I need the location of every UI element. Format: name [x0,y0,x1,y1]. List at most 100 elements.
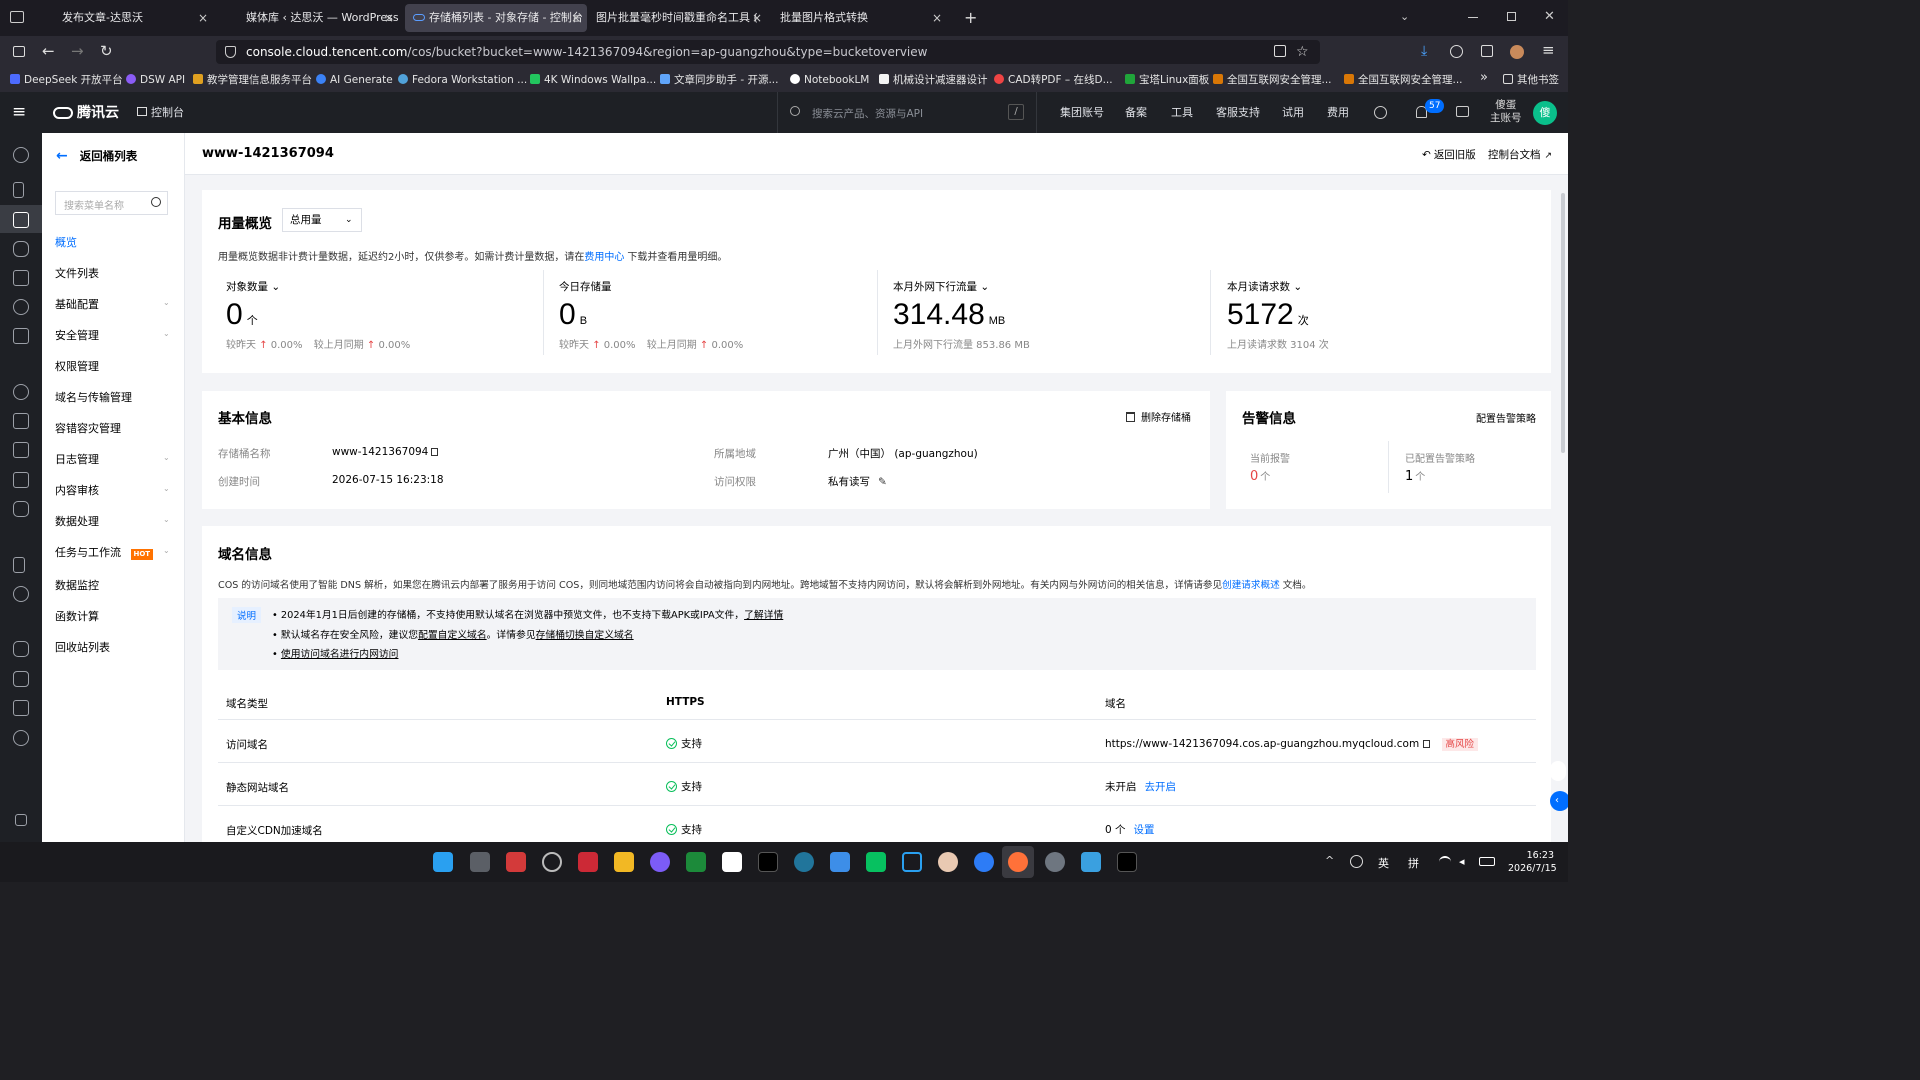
menu-disaster-recovery[interactable]: 容错容灾管理 [55,420,121,436]
close-icon[interactable]: × [932,4,942,32]
database-2-icon[interactable] [13,641,29,657]
nav-filing[interactable]: 备案 [1125,92,1147,133]
nav-trial[interactable]: 试用 [1282,92,1304,133]
bookmarks-more-icon[interactable]: » [1480,70,1488,86]
stat-object-count-label[interactable]: 对象数量 ⌄ [226,279,280,294]
list-icon[interactable] [13,472,29,488]
back-old-version[interactable]: ↶ 返回旧版 [1422,147,1476,162]
zotero-icon[interactable] [578,852,598,872]
bookmark-item[interactable]: 全国互联网安全管理... [1344,72,1463,88]
delete-bucket-button[interactable]: 删除存储桶 [1126,409,1191,424]
account-name[interactable]: 傻蛋 主账号 [1490,99,1522,125]
learn-more-link[interactable]: 了解详情 [744,610,783,621]
link-icon[interactable] [13,241,29,257]
extensions-icon[interactable] [1481,45,1493,57]
install-icon[interactable] [1274,45,1286,57]
bookmark-item[interactable]: DSW API [126,72,185,88]
menu-domain-transfer[interactable]: 域名与传输管理 [55,389,132,405]
other-bookmarks[interactable]: 其他书签 [1503,72,1559,88]
search-rail-icon[interactable] [13,384,29,400]
tab-list-icon[interactable]: ⌄ [1400,10,1409,23]
tab-rename-tool[interactable]: 图片批量毫秒时间戳重命名工具 ( × [592,4,768,32]
menu-logs[interactable]: 日志管理 [55,451,99,467]
cart-icon[interactable] [1456,106,1469,117]
shield-check-icon[interactable] [13,730,29,746]
menu-function-compute[interactable]: 函数计算 [55,608,99,624]
restore-icon[interactable] [1507,12,1516,21]
tiktok-icon[interactable] [758,852,778,872]
bookmark-item[interactable]: CAD转PDF – 在线D... [994,72,1113,88]
menu-data-processing[interactable]: 数据处理 [55,513,99,529]
enable-static-link[interactable]: 去开启 [1145,781,1177,793]
copy-icon[interactable] [431,448,439,456]
nav-group-account[interactable]: 集团账号 [1060,92,1104,133]
database-icon[interactable] [13,212,29,228]
star-icon[interactable]: ☆ [1296,40,1309,64]
box-icon[interactable] [13,328,29,344]
menu-icon[interactable]: ≡ [1542,41,1555,59]
bookmark-item[interactable]: NotebookLM [790,72,869,88]
task-view-icon[interactable] [470,852,490,872]
bookmark-item[interactable]: Fedora Workstation ... [398,72,527,88]
menu-content-audit[interactable]: 内容审核 [55,482,99,498]
sidebar-icon[interactable] [13,46,25,57]
tab-media-library[interactable]: 媒体库 ‹ 达思沃 — WordPress × [218,4,400,32]
app-blue-icon[interactable] [830,852,850,872]
app-purple-icon[interactable] [650,852,670,872]
file-explorer-icon[interactable] [614,852,634,872]
back-icon[interactable]: ← [42,42,55,60]
intranet-access-link[interactable]: 使用访问域名进行内网访问 [281,649,399,660]
menu-basic-config[interactable]: 基础配置 [55,296,99,312]
bookmark-item[interactable]: 全国互联网安全管理... [1213,72,1332,88]
ime-mode[interactable]: 拼 [1408,855,1419,871]
app-cloud-icon[interactable] [974,852,994,872]
forward-icon[interactable]: → [71,42,84,60]
brand-logo[interactable]: 腾讯云 [53,103,119,123]
bookmark-item[interactable]: 4K Windows Wallpa... [530,72,656,88]
new-tab-button[interactable]: + [964,8,977,27]
clock[interactable]: 16:23 2026/7/15 [1508,849,1557,875]
close-icon[interactable]: × [384,4,394,32]
stat-read-requests-label[interactable]: 本月读请求数 ⌄ [1227,279,1302,294]
ime-lang[interactable]: 英 [1378,855,1389,871]
global-search[interactable]: 搜索云产品、资源与API / [777,92,1037,133]
collapse-panel-button[interactable]: ‹ [1550,791,1568,811]
bookmark-item[interactable]: AI Generate [316,72,393,88]
battery-icon[interactable] [1479,857,1495,866]
app-colorful-icon[interactable] [722,852,742,872]
billing-center-link[interactable]: 费用中心 [584,252,624,263]
stat-outbound-label[interactable]: 本月外网下行流量 ⌄ [893,279,989,294]
tray-app-icon[interactable] [1350,855,1363,868]
app-green-shield-icon[interactable] [686,852,706,872]
wifi-icon[interactable] [1439,856,1451,865]
request-overview-link[interactable]: 创建请求概述 [1222,580,1280,591]
grid-icon[interactable] [13,413,29,429]
nav-billing[interactable]: 费用 [1327,92,1349,133]
download-icon[interactable]: ⤓ [1421,43,1427,59]
app-avatar-icon[interactable] [938,852,958,872]
menu-search-input[interactable]: 搜索菜单名称 [55,191,168,215]
tab-bucket-list[interactable]: 存储桶列表 - 对象存储 - 控制台 × [405,4,587,32]
db-icon[interactable] [13,501,29,517]
nav-support[interactable]: 客服支持 [1216,92,1260,133]
menu-data-monitor[interactable]: 数据监控 [55,577,99,593]
ai-assistant-icon[interactable] [1374,106,1387,119]
menu-recycle-bin[interactable]: 回收站列表 [55,639,110,655]
config-alarm-link[interactable]: 配置告警策略 [1476,410,1536,425]
console-home-link[interactable]: 控制台 [137,92,184,133]
bookmark-item[interactable]: 机械设计减速器设计 [879,72,988,88]
app-red-icon[interactable] [506,852,526,872]
minimize-icon[interactable] [1468,17,1478,18]
monitor-icon[interactable] [13,270,29,286]
wechat-icon[interactable] [866,852,886,872]
profile-icon[interactable] [1510,45,1524,59]
copy-icon[interactable] [1423,740,1431,748]
bookmark-item[interactable]: 宝塔Linux面板 [1125,72,1209,88]
sidebar-toggle-icon[interactable] [10,11,24,23]
windows-start-icon[interactable] [433,852,453,872]
assistant-avatar[interactable] [1550,761,1566,781]
menu-file-list[interactable]: 文件列表 [55,265,99,281]
vpn-icon[interactable] [1450,45,1463,58]
tiktok-2-icon[interactable] [1117,852,1137,872]
hamburger-icon[interactable]: ≡ [12,104,26,121]
